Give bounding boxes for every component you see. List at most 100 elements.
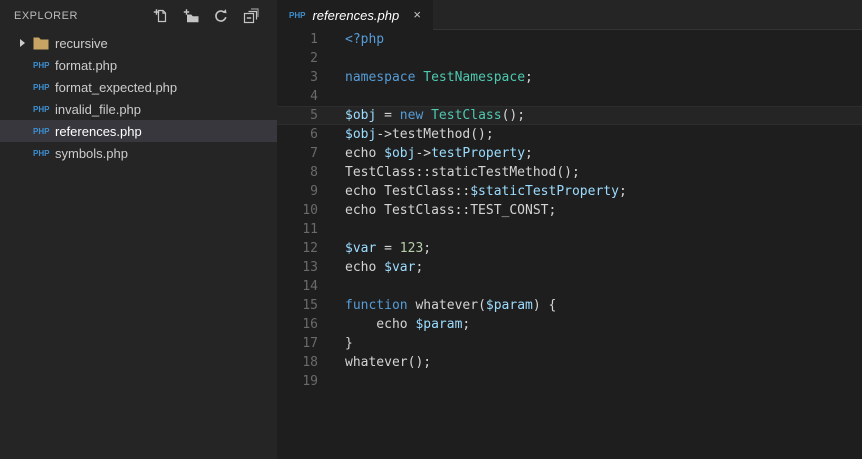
code-line-15[interactable]: 15 function whatever($param) {: [277, 296, 862, 315]
line-number: 16: [302, 317, 318, 332]
line-number: 5: [310, 108, 318, 123]
token: ) {: [532, 298, 557, 313]
explorer-sidebar: EXPLORER recursive PHP format.php PHP fo…: [0, 0, 277, 459]
code-line-13[interactable]: 13 echo $var;: [277, 258, 862, 277]
editor-group: PHP references.php × 1 <?php 2 3 namespace T…: [277, 0, 862, 459]
code-line-1[interactable]: 1 <?php: [277, 30, 862, 49]
collapse-all-button[interactable]: [243, 8, 259, 24]
collapse-all-icon: [243, 8, 259, 24]
close-icon[interactable]: ×: [409, 7, 425, 23]
code-editor[interactable]: 1 <?php 2 3 namespace TestNamespace; 4 5 $obj =…: [277, 30, 862, 459]
line-number: 6: [310, 127, 318, 142]
code-text: $obj = new TestClass();: [318, 106, 525, 125]
refresh-button[interactable]: [213, 8, 229, 24]
file-label: recursive: [55, 35, 108, 51]
code-line-16[interactable]: 16 echo $param;: [277, 315, 862, 334]
line-number: 9: [310, 184, 318, 199]
token: $param: [485, 298, 533, 313]
code-line-10[interactable]: 10 echo TestClass::TEST_CONST;: [277, 201, 862, 220]
token: echo: [345, 317, 416, 332]
code-line-19[interactable]: 19: [277, 372, 862, 391]
file-label: symbols.php: [55, 145, 128, 161]
code-line-17[interactable]: 17}: [277, 334, 862, 353]
token: 123: [399, 241, 424, 256]
code-line-9[interactable]: 9 echo TestClass::$staticTestProperty;: [277, 182, 862, 201]
code-text: echo $obj->testProperty;: [318, 144, 533, 163]
line-number: 1: [310, 32, 318, 47]
code-line-5[interactable]: 5 $obj = new TestClass();: [277, 106, 862, 125]
new-file-button[interactable]: [153, 8, 169, 24]
line-number: 14: [302, 279, 318, 294]
code-line-12[interactable]: 12 $var = 123;: [277, 239, 862, 258]
tab-references-php[interactable]: PHP references.php ×: [277, 0, 434, 30]
code-line-8[interactable]: 8 TestClass::staticTestMethod();: [277, 163, 862, 182]
line-number: 10: [302, 203, 318, 218]
code-line-14[interactable]: 14: [277, 277, 862, 296]
token: new: [399, 108, 424, 123]
code-text: function whatever($param) {: [318, 296, 556, 315]
new-folder-icon: [183, 9, 199, 23]
folder-icon: [33, 37, 49, 49]
token: function: [345, 298, 408, 313]
file-row-symbols-php[interactable]: PHP symbols.php: [0, 142, 277, 164]
code-line-2[interactable]: 2: [277, 49, 862, 68]
folder-icon: [33, 37, 55, 50]
token: echo TestClass::TEST_CONST;: [345, 203, 557, 218]
file-row-format-php[interactable]: PHP format.php: [0, 54, 277, 76]
file-label: format.php: [55, 57, 118, 73]
file-row-recursive[interactable]: recursive: [0, 32, 277, 54]
code-line-18[interactable]: 18 whatever();: [277, 353, 862, 372]
line-number: 19: [302, 374, 318, 389]
explorer-header: EXPLORER: [0, 0, 277, 32]
vscode-window: EXPLORER recursive PHP format.php PHP fo…: [0, 0, 862, 459]
code-line-7[interactable]: 7 echo $obj->testProperty;: [277, 144, 862, 163]
token: ->: [415, 146, 432, 161]
token: }: [345, 336, 353, 351]
file-tree: recursive PHP format.php PHP format_expected…: [0, 32, 277, 164]
code-text: echo TestClass::$staticTestProperty;: [318, 182, 627, 201]
line-number: 11: [302, 222, 318, 237]
file-label: format_expected.php: [55, 79, 178, 95]
token: $var: [384, 260, 416, 275]
code-line-3[interactable]: 3 namespace TestNamespace;: [277, 68, 862, 87]
token: $obj: [384, 146, 416, 161]
tab-label: references.php: [312, 7, 400, 23]
php-file-icon: PHP: [33, 148, 50, 158]
chevron-right-icon: [20, 39, 33, 47]
line-number: 3: [310, 70, 318, 85]
new-file-icon: [153, 9, 167, 23]
code-line-4[interactable]: 4: [277, 87, 862, 106]
token: whatever();: [345, 355, 432, 370]
token: =: [376, 241, 400, 256]
file-row-references-php[interactable]: PHP references.php: [0, 120, 277, 142]
token: <?php: [345, 32, 385, 47]
token: namespace: [345, 70, 416, 85]
php-file-icon: PHP: [33, 60, 50, 70]
line-number: 15: [302, 298, 318, 313]
file-label: references.php: [55, 123, 142, 139]
explorer-toolbar: [153, 8, 259, 24]
php-file-icon: PHP: [289, 10, 306, 20]
code-text: TestClass::staticTestMethod();: [318, 163, 580, 182]
code-text: whatever();: [318, 353, 431, 372]
new-folder-button[interactable]: [183, 8, 199, 24]
explorer-title: EXPLORER: [14, 10, 78, 22]
token: ;: [525, 70, 533, 85]
file-row-format-expected-php[interactable]: PHP format_expected.php: [0, 76, 277, 98]
token: $var: [345, 241, 377, 256]
line-number: 12: [302, 241, 318, 256]
code-text: echo $var;: [318, 258, 423, 277]
line-number: 18: [302, 355, 318, 370]
code-line-6[interactable]: 6 $obj->testMethod();: [277, 125, 862, 144]
line-number: 4: [310, 89, 318, 104]
tab-bar: PHP references.php ×: [277, 0, 862, 30]
token: whatever(: [407, 298, 486, 313]
token: echo: [345, 146, 385, 161]
code-text: <?php: [318, 30, 384, 49]
token: TestClass::staticTestMethod();: [345, 165, 580, 180]
php-file-icon: PHP: [33, 126, 50, 136]
file-row-invalid-file-php[interactable]: PHP invalid_file.php: [0, 98, 277, 120]
code-line-11[interactable]: 11: [277, 220, 862, 239]
